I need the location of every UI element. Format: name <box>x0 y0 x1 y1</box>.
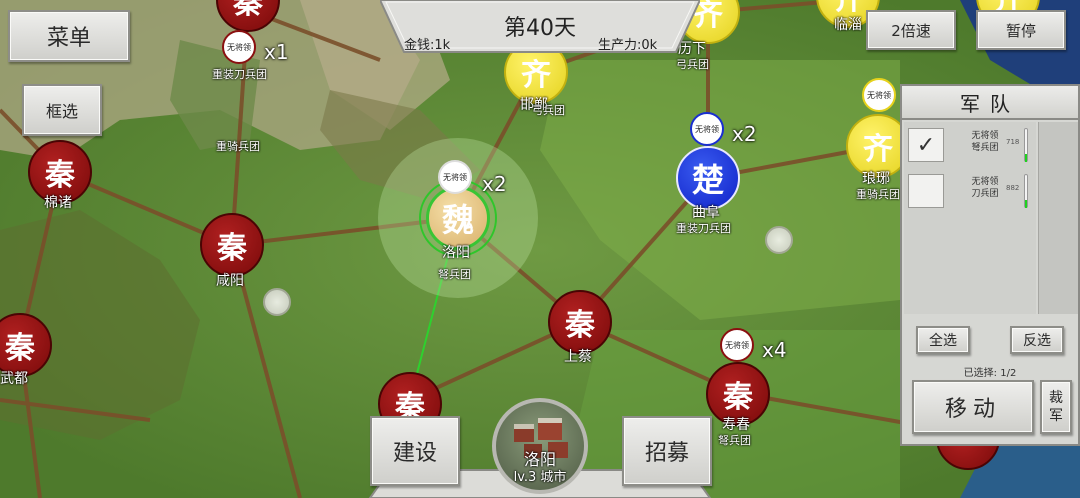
unit-label: 弩兵团 <box>438 268 471 281</box>
city-luoyang[interactable]: 魏 <box>426 186 490 250</box>
army-list-scrollbar[interactable] <box>1038 122 1078 314</box>
city-portrait-level: lv.3 城市 <box>513 470 567 485</box>
pin-text: 无将领 <box>867 90 891 100</box>
army-checkbox[interactable]: ✓ <box>908 128 944 162</box>
day-counter: 第40天 <box>504 16 576 41</box>
hp-bar-fill <box>1025 200 1027 208</box>
city-qufu[interactable]: 楚 <box>676 146 740 210</box>
commander-pin[interactable]: 无将领 <box>862 78 896 112</box>
unit-label: 弓兵团 <box>532 104 565 117</box>
city-name: 临淄 <box>834 17 862 33</box>
box-select-label: 框选 <box>45 102 78 121</box>
hp-bar-fill <box>1025 154 1027 162</box>
faction-glyph: 秦 <box>5 331 35 366</box>
neutral-site-1[interactable] <box>263 288 291 316</box>
city-xianyang[interactable]: 秦 <box>200 213 264 277</box>
pin-text: 无将领 <box>443 172 467 182</box>
speed-label: 2倍速 <box>891 21 931 40</box>
army-row[interactable]: 无将领 刀兵团 882 <box>906 172 1036 212</box>
faction-glyph: 秦 <box>217 231 247 266</box>
city-name: 武都 <box>0 371 28 387</box>
pause-button[interactable]: 暂停 <box>976 10 1066 50</box>
faction-glyph: 秦 <box>233 0 263 21</box>
faction-glyph: 楚 <box>691 161 724 199</box>
productivity-readout: 生产力:0k <box>598 38 658 53</box>
build-label: 建设 <box>392 441 437 466</box>
disband-button[interactable]: 裁军 <box>1040 380 1072 434</box>
pin-text: 无将领 <box>725 340 749 350</box>
army-multiplier: x2 <box>482 172 507 196</box>
disband-label: 裁军 <box>1049 390 1063 424</box>
hp-value: 718 <box>1006 138 1020 146</box>
army-row[interactable]: ✓ 无将领 弩兵团 718 <box>906 126 1036 166</box>
city-name: 寿春 <box>722 417 750 433</box>
unit-label: 重骑兵团 <box>216 140 260 153</box>
city-name: 曲阜 <box>692 205 720 221</box>
faction-glyph: 秦 <box>565 308 595 343</box>
neutral-site-2[interactable] <box>765 226 793 254</box>
army-multiplier: x4 <box>762 338 787 362</box>
faction-glyph: 魏 <box>441 201 474 239</box>
menu-button[interactable]: 菜单 <box>8 10 130 62</box>
move-button[interactable]: 移动 <box>912 380 1034 434</box>
hp-value: 882 <box>1006 184 1020 192</box>
recruit-button[interactable]: 招募 <box>622 416 712 486</box>
faction-glyph: 齐 <box>863 132 893 167</box>
unit-label: 弩兵团 <box>718 434 751 447</box>
faction-glyph: 秦 <box>723 380 753 415</box>
checkmark-icon: ✓ <box>916 132 936 158</box>
menu-label: 菜单 <box>46 26 91 51</box>
faction-glyph: 秦 <box>45 158 75 193</box>
city-portrait[interactable]: 洛阳 lv.3 城市 <box>492 398 588 494</box>
army-multiplier: x1 <box>264 40 289 64</box>
unit-label: 弓兵团 <box>676 58 709 71</box>
army-multiplier: x2 <box>732 122 757 146</box>
city-name: 棉诸 <box>44 195 72 211</box>
speed-button[interactable]: 2倍速 <box>866 10 956 50</box>
selected-count: 已选择: 1/2 <box>963 368 1017 379</box>
pin-text: 无将领 <box>695 124 719 134</box>
army-checkbox[interactable] <box>908 174 944 208</box>
move-label: 移动 <box>944 397 1001 422</box>
faction-glyph: 齐 <box>521 58 551 93</box>
army-panel-title: 军队 <box>902 86 1078 120</box>
city-name: 上蔡 <box>564 349 592 365</box>
build-button[interactable]: 建设 <box>370 416 460 486</box>
invert-select-button[interactable]: 反选 <box>1010 326 1064 354</box>
invert-select-label: 反选 <box>1023 333 1051 349</box>
commander-pin[interactable]: 无将领 <box>690 112 724 146</box>
unit-label: 重骑兵团 <box>856 188 900 201</box>
city-shangcai[interactable]: 秦 <box>548 290 612 354</box>
commander-pin[interactable]: 无将领 <box>438 160 472 194</box>
pause-label: 暂停 <box>1005 21 1036 40</box>
city-name: 琅琊 <box>862 171 890 187</box>
unit-label: 重装刀兵团 <box>676 222 731 235</box>
city-name: 咸阳 <box>216 273 244 289</box>
army-hp-gauge: 718 <box>1006 128 1032 164</box>
city-name: 洛阳 <box>442 245 470 261</box>
commander-pin[interactable]: 无将领 <box>720 328 754 362</box>
army-list[interactable]: ✓ 无将领 弩兵团 718 无将领 刀兵团 882 <box>904 122 1036 314</box>
army-panel: 军队 ✓ 无将领 弩兵团 718 无将领 刀兵团 882 全选 反选 已选择: … <box>900 84 1080 446</box>
select-all-label: 全选 <box>929 333 957 349</box>
money-readout: 金钱:1k <box>404 38 451 53</box>
box-select-button[interactable]: 框选 <box>22 84 102 136</box>
pin-text: 无将领 <box>227 42 251 52</box>
unit-label: 重装刀兵团 <box>212 68 267 81</box>
commander-pin[interactable]: 无将领 <box>222 30 256 64</box>
select-all-button[interactable]: 全选 <box>916 326 970 354</box>
army-hp-gauge: 882 <box>1006 174 1032 210</box>
recruit-label: 招募 <box>644 441 689 466</box>
